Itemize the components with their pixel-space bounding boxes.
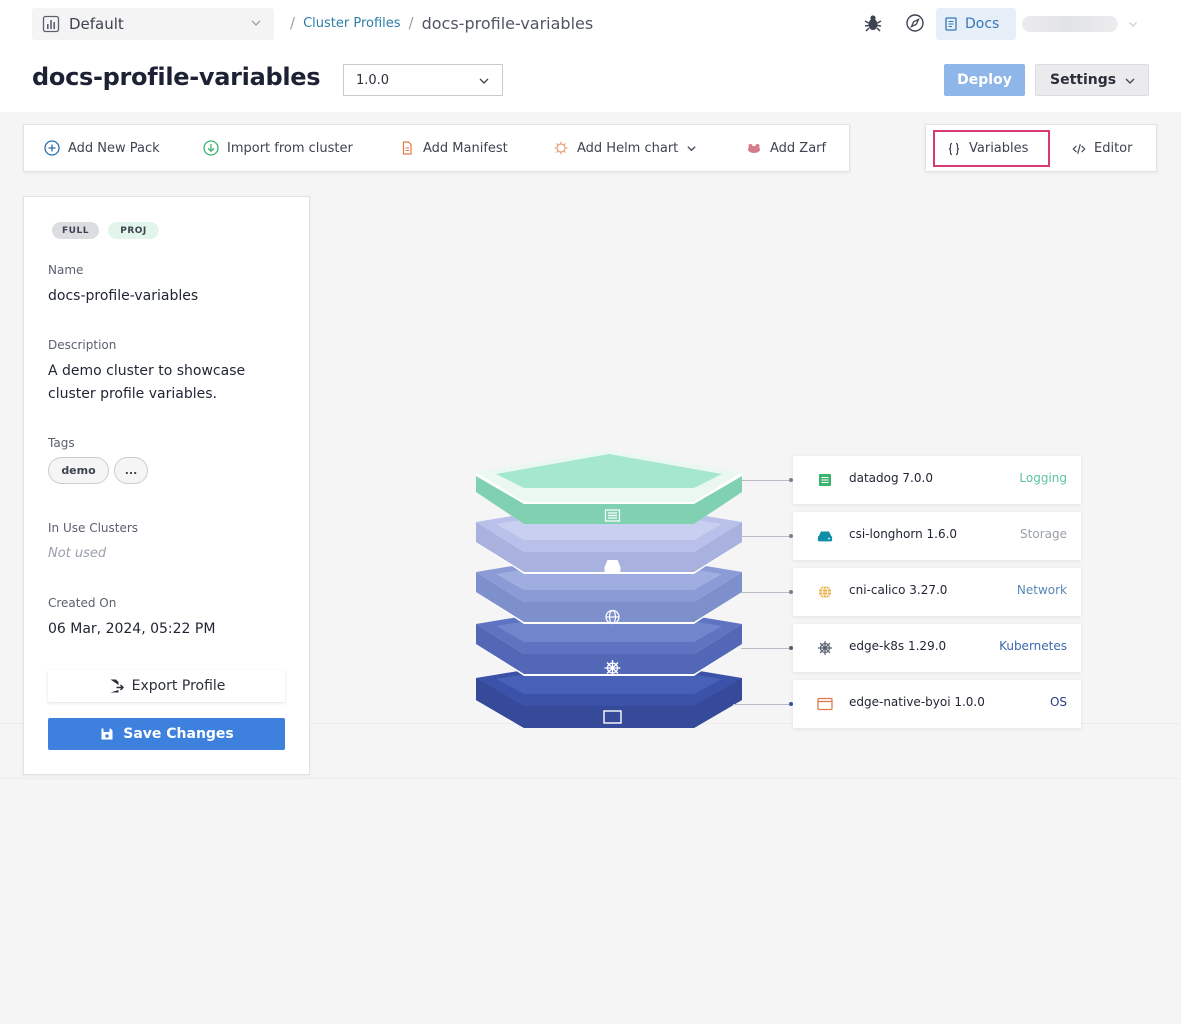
connector-line bbox=[741, 592, 793, 593]
add-new-pack-button[interactable]: Add New Pack bbox=[44, 125, 160, 171]
version-selector[interactable]: 1.0.0 bbox=[343, 64, 503, 96]
manifest-file-icon bbox=[399, 140, 415, 156]
editor-label: Editor bbox=[1094, 141, 1133, 156]
top-bar: Default / Cluster Profiles / docs-profil… bbox=[0, 0, 1181, 112]
pack-name: datadog 7.0.0 bbox=[849, 471, 933, 485]
editor-button[interactable]: Editor bbox=[1072, 130, 1132, 167]
deploy-button[interactable]: Deploy bbox=[944, 64, 1025, 96]
in-use-clusters-label: In Use Clusters bbox=[48, 521, 139, 535]
pack-card-csi-longhorn[interactable]: csi-longhorn 1.6.0 Storage bbox=[793, 512, 1081, 560]
badge-full: FULL bbox=[52, 222, 99, 239]
user-menu[interactable] bbox=[1022, 10, 1142, 38]
project-chart-icon bbox=[42, 15, 60, 33]
network-globe-icon bbox=[817, 584, 833, 600]
bug-icon[interactable] bbox=[863, 13, 883, 33]
storage-drive-icon bbox=[604, 560, 621, 572]
storage-drive-icon bbox=[817, 528, 833, 544]
import-arrow-icon bbox=[203, 140, 219, 156]
plus-circle-icon bbox=[44, 140, 60, 156]
zarf-icon bbox=[746, 140, 762, 156]
version-value: 1.0.0 bbox=[356, 72, 390, 88]
pack-layer: Network bbox=[1016, 583, 1067, 597]
connector-line bbox=[741, 536, 793, 537]
connector-line bbox=[741, 480, 793, 481]
helm-icon bbox=[553, 140, 569, 156]
document-icon bbox=[944, 17, 958, 31]
add-manifest-label: Add Manifest bbox=[423, 140, 508, 156]
variables-label: Variables bbox=[969, 141, 1029, 156]
save-changes-label: Save Changes bbox=[123, 726, 234, 742]
breadcrumb-current: docs-profile-variables bbox=[421, 13, 594, 33]
settings-label: Settings bbox=[1050, 72, 1117, 88]
pack-card-edge-native-byoi[interactable]: edge-native-byoi 1.0.0 OS bbox=[793, 680, 1081, 728]
import-from-cluster-label: Import from cluster bbox=[227, 140, 353, 156]
braces-icon bbox=[947, 142, 961, 156]
chevron-down-icon bbox=[251, 20, 261, 26]
user-name-redacted bbox=[1022, 16, 1118, 32]
export-profile-label: Export Profile bbox=[131, 678, 226, 694]
save-disk-icon bbox=[99, 726, 115, 742]
add-zarf-label: Add Zarf bbox=[770, 140, 827, 156]
chevron-down-icon bbox=[1129, 22, 1137, 27]
chevron-down-icon bbox=[1125, 78, 1135, 84]
compass-icon[interactable] bbox=[905, 13, 925, 33]
pack-layer: Storage bbox=[1020, 527, 1067, 541]
pack-name: edge-native-byoi 1.0.0 bbox=[849, 695, 985, 709]
breadcrumb: / Cluster Profiles / docs-profile-variab… bbox=[290, 13, 593, 33]
add-helm-chart-label: Add Helm chart bbox=[577, 140, 679, 156]
settings-button[interactable]: Settings bbox=[1035, 64, 1149, 96]
code-icon bbox=[1072, 142, 1086, 156]
docs-button[interactable]: Docs bbox=[936, 8, 1016, 40]
canvas-grid-line bbox=[0, 778, 1181, 779]
tag-more[interactable]: ... bbox=[114, 457, 148, 484]
pack-name: cni-calico 3.27.0 bbox=[849, 583, 948, 597]
created-on-label: Created On bbox=[48, 596, 117, 610]
created-on-value: 06 Mar, 2024, 05:22 PM bbox=[48, 621, 216, 637]
variables-button[interactable]: Variables bbox=[933, 130, 1050, 167]
view-toggle: Variables Editor bbox=[925, 124, 1157, 172]
chevron-down-icon bbox=[479, 78, 489, 84]
breadcrumb-separator: / bbox=[408, 14, 414, 32]
connector-line bbox=[733, 704, 793, 705]
docs-label: Docs bbox=[965, 16, 1000, 32]
description-value: A demo cluster to showcase cluster profi… bbox=[48, 363, 246, 402]
pack-toolbar: Add New Pack Import from cluster Add Man… bbox=[23, 124, 850, 172]
os-window-icon bbox=[817, 696, 833, 712]
add-new-pack-label: Add New Pack bbox=[68, 140, 160, 156]
pack-card-datadog[interactable]: datadog 7.0.0 Logging bbox=[793, 456, 1081, 504]
breadcrumb-cluster-profiles[interactable]: Cluster Profiles bbox=[303, 16, 400, 31]
chevron-down-icon bbox=[687, 145, 696, 151]
in-use-clusters-value: Not used bbox=[48, 546, 107, 561]
name-label: Name bbox=[48, 263, 84, 277]
export-file-icon bbox=[108, 678, 124, 694]
add-helm-chart-button[interactable]: Add Helm chart bbox=[553, 125, 697, 171]
project-name: Default bbox=[69, 15, 124, 33]
save-changes-button[interactable]: Save Changes bbox=[48, 718, 285, 750]
pack-card-edge-k8s[interactable]: edge-k8s 1.29.0 Kubernetes bbox=[793, 624, 1081, 672]
tags-label: Tags bbox=[48, 436, 75, 450]
pack-layer: OS bbox=[1049, 695, 1067, 709]
logging-list-icon bbox=[817, 472, 833, 488]
badge-proj: PROJ bbox=[108, 222, 159, 239]
profile-layer-stack bbox=[476, 450, 742, 728]
import-from-cluster-button[interactable]: Import from cluster bbox=[203, 125, 353, 171]
profile-info-card: FULL PROJ Name docs-profile-variables De… bbox=[23, 196, 310, 775]
breadcrumb-separator: / bbox=[290, 14, 296, 32]
name-value: docs-profile-variables bbox=[48, 288, 199, 304]
export-profile-button[interactable]: Export Profile bbox=[48, 670, 285, 702]
add-manifest-button[interactable]: Add Manifest bbox=[399, 125, 508, 171]
stack-layer-logging[interactable] bbox=[476, 450, 742, 524]
pack-layer: Logging bbox=[1019, 471, 1067, 485]
pack-layer: Kubernetes bbox=[999, 639, 1067, 653]
pack-name: edge-k8s 1.29.0 bbox=[849, 639, 947, 653]
kubernetes-helm-icon bbox=[817, 640, 833, 656]
connector-line bbox=[741, 648, 793, 649]
tag-demo[interactable]: demo bbox=[48, 457, 109, 484]
project-selector[interactable]: Default bbox=[32, 8, 274, 40]
page-title: docs-profile-variables bbox=[32, 63, 321, 91]
description-label: Description bbox=[48, 338, 117, 352]
add-zarf-button[interactable]: Add Zarf bbox=[746, 125, 826, 171]
pack-card-cni-calico[interactable]: cni-calico 3.27.0 Network bbox=[793, 568, 1081, 616]
pack-name: csi-longhorn 1.6.0 bbox=[849, 527, 958, 541]
